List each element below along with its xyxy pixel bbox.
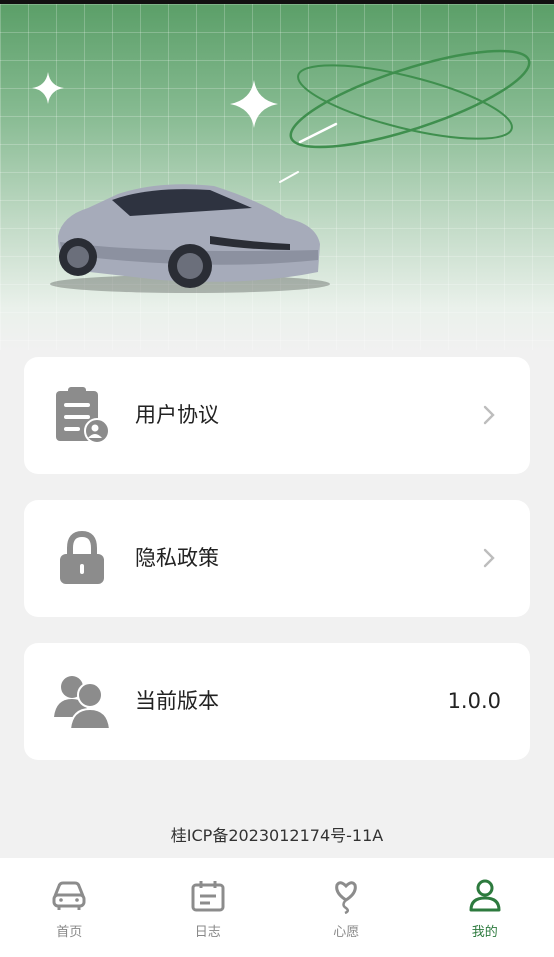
chevron-right-icon — [483, 405, 495, 425]
nav-label-wish: 心愿 — [333, 925, 360, 940]
sparkle-icon — [32, 72, 64, 104]
agreement-clipboard-icon — [56, 387, 110, 444]
nav-item-wish[interactable]: 心愿 — [277, 858, 416, 957]
chevron-right-icon — [483, 548, 495, 568]
nav-label-mine: 我的 — [471, 925, 498, 940]
privacy-policy-label: 隐私政策 — [135, 546, 219, 570]
users-icon — [54, 676, 112, 730]
car-illustration — [50, 184, 330, 293]
nav-label-home: 首页 — [56, 925, 83, 940]
nav-item-mine[interactable]: 我的 — [416, 858, 554, 957]
hero-banner — [0, 4, 554, 350]
user-agreement-row[interactable]: 用户协议 — [24, 357, 530, 474]
person-icon — [469, 879, 501, 912]
nav-label-log: 日志 — [194, 925, 221, 940]
user-agreement-label: 用户协议 — [135, 403, 219, 427]
nav-item-log[interactable]: 日志 — [139, 858, 278, 957]
current-version-label: 当前版本 — [135, 689, 219, 713]
car-icon — [52, 881, 86, 910]
icp-record-text: 桂ICP备2023012174号-11A — [170, 826, 384, 845]
version-number: 1.0.0 — [447, 689, 501, 713]
hero-illustration — [32, 49, 531, 293]
lock-icon — [60, 530, 104, 584]
calendar-icon — [191, 881, 225, 912]
current-version-row: 当前版本 1.0.0 — [24, 643, 530, 760]
sparkle-icon — [230, 80, 278, 128]
balloon-icon — [335, 881, 358, 914]
bottom-navigation: 首页 日志 心愿 我的 — [0, 858, 554, 957]
privacy-policy-row[interactable]: 隐私政策 — [24, 500, 530, 617]
nav-item-home[interactable]: 首页 — [0, 858, 139, 957]
